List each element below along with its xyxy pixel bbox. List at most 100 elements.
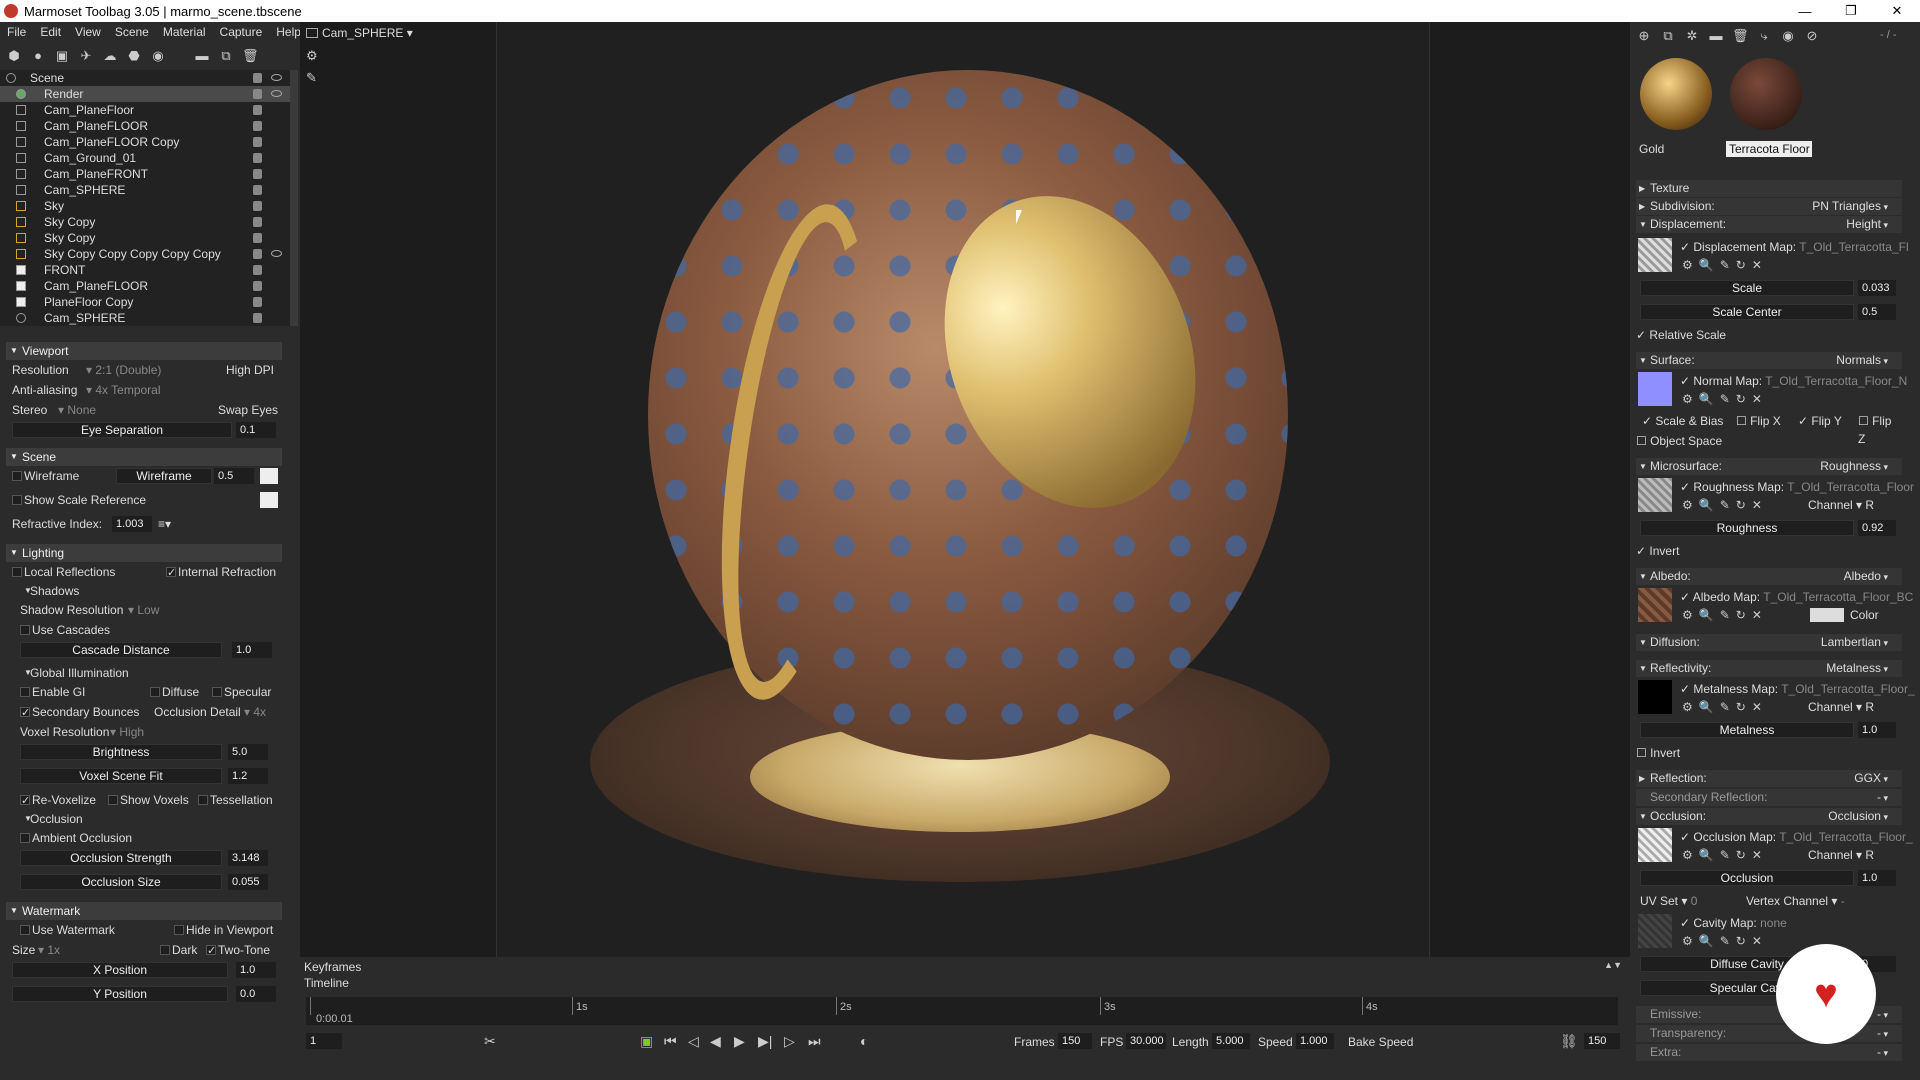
subsection-occlusion[interactable]: Occlusion [6, 810, 282, 828]
section-lighting[interactable]: Lighting [6, 544, 282, 562]
lock-icon[interactable] [253, 121, 262, 131]
wireframe-checkbox[interactable] [12, 471, 22, 481]
scale-center-slider[interactable]: Scale Center [1640, 304, 1854, 320]
prev-key-icon[interactable]: ◁ [688, 1033, 699, 1050]
show-scale-checkbox[interactable] [12, 495, 22, 505]
tree-item-scene[interactable]: Scene [0, 70, 290, 86]
length-field[interactable]: 5.000 [1212, 1033, 1250, 1049]
prop-diffusion[interactable]: Diffusion:Lambertian [1636, 634, 1902, 651]
menu-material[interactable]: Material [156, 25, 213, 39]
wm-xpos-value[interactable]: 1.0 [236, 962, 276, 978]
albedo-color-swatch[interactable] [1810, 608, 1844, 622]
metalness-thumb[interactable] [1638, 680, 1672, 714]
hide-in-viewport-checkbox[interactable] [174, 925, 184, 935]
albedo-thumb[interactable] [1638, 588, 1672, 622]
add-mesh-icon[interactable]: ⬢ [6, 48, 22, 64]
lock-icon[interactable] [253, 153, 262, 163]
material-settings-icon[interactable]: ⊘ [1804, 28, 1820, 44]
menu-file[interactable]: File [0, 25, 33, 39]
delete-icon[interactable]: 🗑 [242, 48, 259, 64]
wireframe-value[interactable]: 0.5 [214, 468, 254, 484]
lock-icon[interactable] [253, 105, 262, 115]
occlusion-map-label[interactable]: ✓ Occlusion Map: T_Old_Terracotta_Floor_ [1680, 830, 1913, 844]
aa-dropdown[interactable]: ▾ 4x Temporal [86, 380, 161, 400]
lock-icon[interactable] [253, 281, 262, 291]
lock-icon[interactable] [253, 73, 262, 83]
tree-item-sky[interactable]: Sky Copy [0, 214, 290, 230]
brightness-slider[interactable]: Brightness [20, 744, 222, 760]
apply-material-icon[interactable]: ◉ [1780, 28, 1796, 44]
wm-ypos-value[interactable]: 0.0 [236, 986, 276, 1002]
brightness-value[interactable]: 5.0 [228, 744, 268, 760]
tree-item-camera[interactable]: Cam_PlaneFloor [0, 102, 290, 118]
frame-field[interactable]: 1 [306, 1033, 342, 1049]
shadow-res-dropdown[interactable]: ▾ Low [128, 600, 159, 620]
albedo-map-tools[interactable]: ⚙ 🔍 ✎ ↻ ✕ [1682, 608, 1762, 622]
tree-item-camera[interactable]: Cam_Ground_01 [0, 150, 290, 166]
swap-eyes-checkbox[interactable]: Swap Eyes [218, 400, 278, 420]
occlusion-value[interactable]: 1.0 [1858, 870, 1896, 886]
prop-microsurface[interactable]: Microsurface:Roughness [1636, 458, 1902, 475]
eye-separation-value[interactable]: 0.1 [236, 422, 276, 438]
prop-displacement[interactable]: Displacement:Height [1636, 216, 1902, 233]
settings-gear-icon[interactable]: ⚙ [306, 48, 318, 64]
duplicate-icon[interactable]: ⧉ [218, 48, 234, 64]
close-button[interactable]: ✕ [1874, 3, 1920, 19]
metalness-value[interactable]: 1.0 [1858, 722, 1896, 738]
lock-icon[interactable] [253, 233, 262, 243]
duplicate-material-icon[interactable]: ⧉ [1660, 28, 1676, 44]
add-turntable-icon[interactable]: ✈ [78, 48, 94, 64]
eye-icon[interactable] [271, 250, 282, 257]
wm-two-tone-checkbox[interactable] [206, 941, 216, 961]
delete-material-icon[interactable]: 🗑 [1732, 28, 1749, 44]
lock-icon[interactable] [253, 185, 262, 195]
prop-albedo[interactable]: Albedo:Albedo [1636, 568, 1902, 585]
collapse-icon[interactable]: ▲▼ [1604, 960, 1622, 970]
camera-selector[interactable]: Cam_SPHERE ▾ [306, 26, 413, 40]
metalness-map-label[interactable]: ✓ Metalness Map: T_Old_Terracotta_Floor_ [1680, 682, 1915, 696]
section-scene[interactable]: Scene [6, 448, 282, 466]
lock-icon[interactable] [253, 217, 262, 227]
cavity-map-tools[interactable]: ⚙ 🔍 ✎ ↻ ✕ [1682, 934, 1762, 948]
scale-slider[interactable]: Scale [1640, 280, 1854, 296]
loop-icon[interactable]: ◐ [860, 1033, 868, 1049]
first-frame-icon[interactable]: ⏮ [664, 1033, 677, 1050]
gi-diffuse-checkbox[interactable] [150, 687, 160, 697]
material-label-gold[interactable]: Gold [1636, 141, 1722, 157]
tree-item-sky[interactable]: Sky Copy Copy Copy Copy Copy [0, 246, 290, 262]
scale-bias-checkbox[interactable]: ✓ Scale & Bias [1642, 412, 1723, 430]
menu-edit[interactable]: Edit [33, 25, 68, 39]
roughness-value[interactable]: 0.92 [1858, 520, 1896, 536]
secondary-bounces-checkbox[interactable] [20, 703, 30, 723]
lock-icon[interactable] [253, 201, 262, 211]
eye-icon[interactable] [271, 74, 282, 81]
prop-secondary-reflection[interactable]: Secondary Reflection: - [1636, 789, 1902, 806]
render-viewport[interactable] [300, 22, 1630, 957]
material-library-icon[interactable]: ✲ [1684, 28, 1700, 44]
material-thumb-gold[interactable] [1640, 58, 1712, 130]
playhead[interactable] [310, 997, 311, 1015]
tree-item-camera[interactable]: Cam_PlaneFLOOR [0, 118, 290, 134]
scale-value[interactable]: 0.033 [1858, 280, 1896, 296]
show-voxels-checkbox[interactable] [108, 795, 118, 805]
eye-icon[interactable] [271, 90, 282, 97]
wm-size-dropdown[interactable]: ▾ 1x [38, 940, 60, 960]
roughness-thumb[interactable] [1638, 478, 1672, 512]
next-key-icon[interactable]: ▷ [784, 1033, 795, 1050]
lock-icon[interactable] [253, 313, 262, 323]
folder-icon[interactable]: ▬ [194, 48, 210, 64]
wireframe-slider[interactable]: Wireframe [116, 468, 212, 484]
refractive-value[interactable]: 1.003 [112, 516, 152, 532]
roughness-map-label[interactable]: ✓ Roughness Map: T_Old_Terracotta_Floor [1680, 480, 1914, 494]
occlusion-map-tools[interactable]: ⚙ 🔍 ✎ ↻ ✕ [1682, 848, 1762, 862]
menu-capture[interactable]: Capture [213, 25, 270, 39]
tree-item-camera[interactable]: Cam_SPHERE [0, 182, 290, 198]
local-reflections-checkbox[interactable] [12, 567, 22, 577]
relative-scale-checkbox[interactable]: ✓ Relative Scale [1636, 326, 1902, 344]
albedo-map-label[interactable]: ✓ Albedo Map: T_Old_Terracotta_Floor_BC [1680, 590, 1913, 604]
cascade-distance-slider[interactable]: Cascade Distance [20, 642, 222, 658]
resolution-dropdown[interactable]: ▾ 2:1 (Double) [86, 360, 161, 380]
timeline-track[interactable] [306, 997, 1618, 1025]
metalness-map-tools[interactable]: ⚙ 🔍 ✎ ↻ ✕ [1682, 700, 1762, 714]
tree-item-camera[interactable]: Cam_PlaneFLOOR Copy [0, 134, 290, 150]
